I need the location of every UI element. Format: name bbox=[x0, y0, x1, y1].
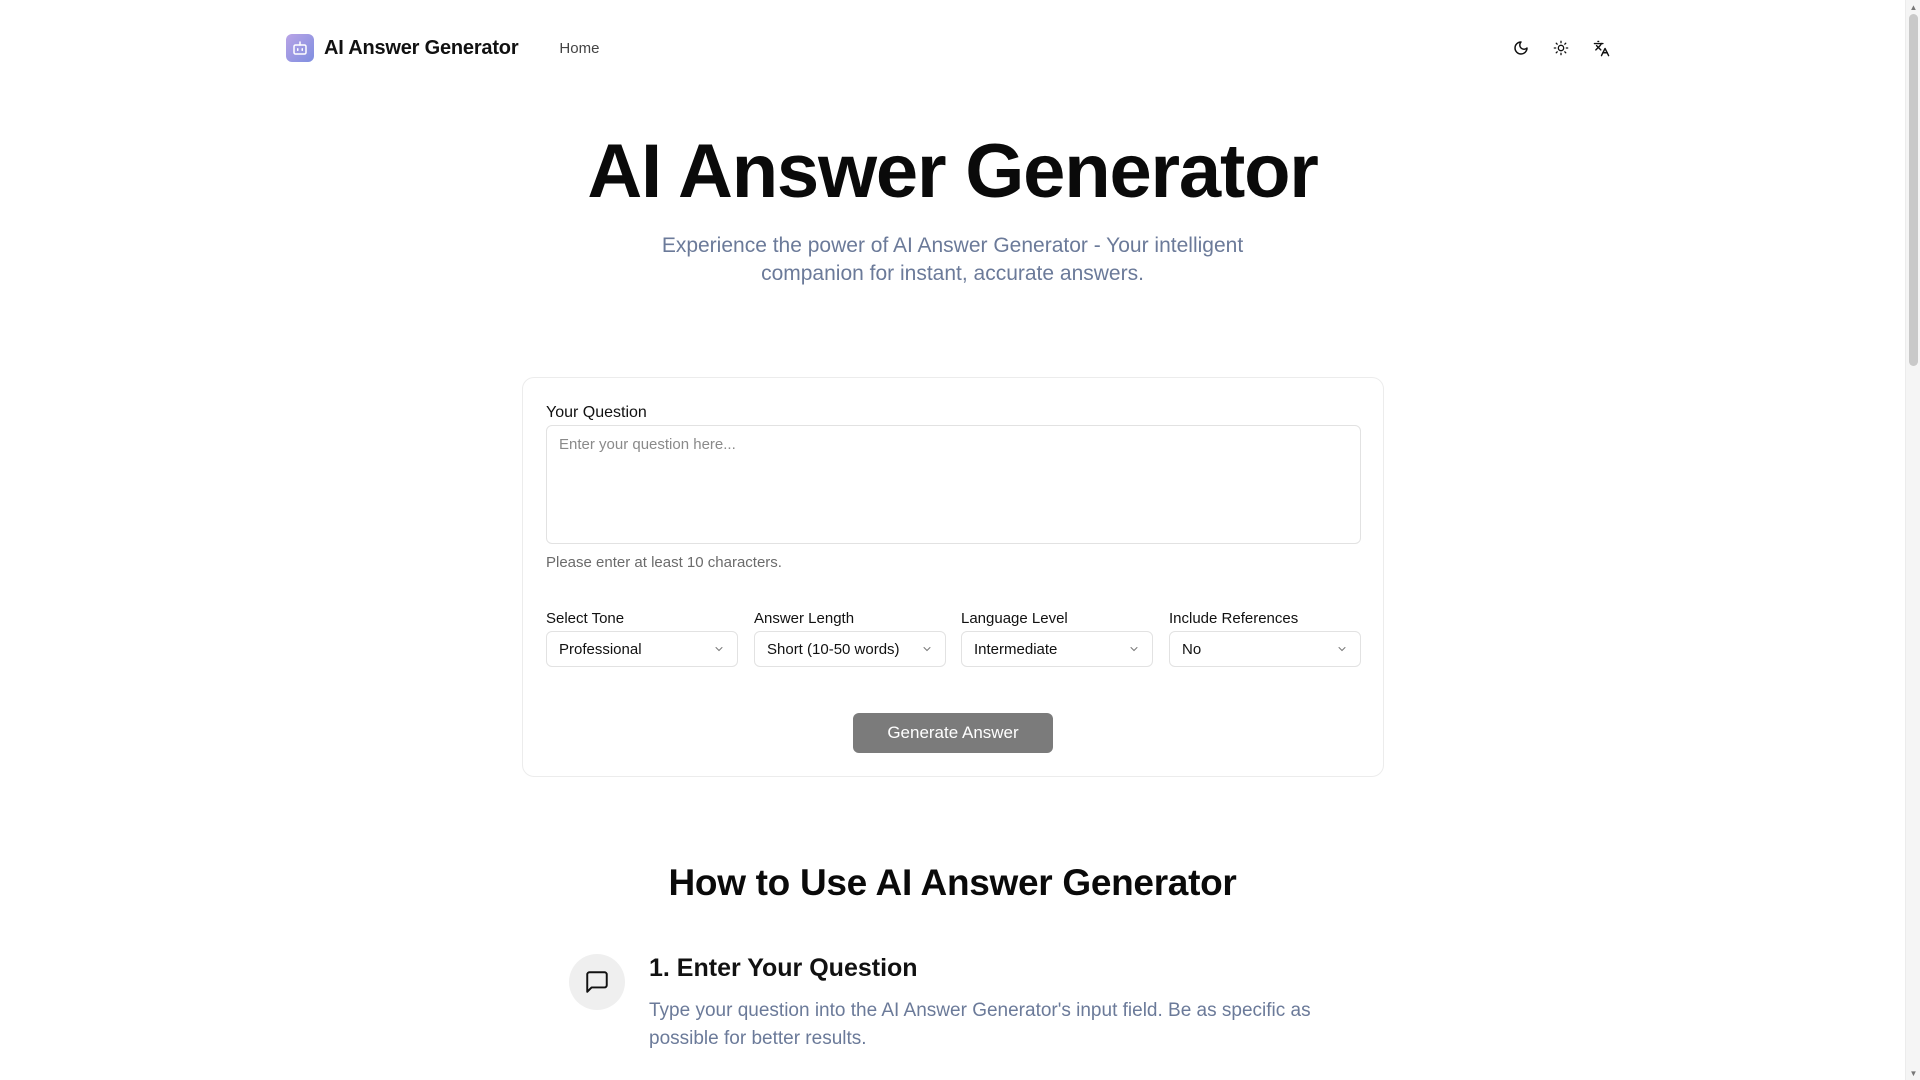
question-hint: Please enter at least 10 characters. bbox=[546, 554, 782, 571]
header-actions bbox=[1510, 37, 1612, 59]
howto-title: How to Use AI Answer Generator bbox=[668, 862, 1237, 903]
chevron-down-icon bbox=[713, 643, 725, 655]
length-label: Answer Length bbox=[754, 610, 855, 627]
length-group: Answer Length Short (10-50 words) bbox=[754, 610, 946, 667]
page-scrollbar[interactable]: ▲ ▼ bbox=[1905, 0, 1920, 1080]
moon-icon[interactable] bbox=[1510, 37, 1532, 59]
level-label: Language Level bbox=[961, 610, 1068, 627]
brand-name[interactable]: AI Answer Generator bbox=[324, 37, 519, 60]
references-group: Include References No bbox=[1169, 610, 1361, 667]
chevron-down-icon bbox=[921, 643, 933, 655]
scrollbar-thumb[interactable] bbox=[1909, 14, 1918, 366]
message-square-icon bbox=[569, 954, 625, 1010]
tone-label: Select Tone bbox=[546, 610, 625, 627]
level-group: Language Level Intermediate bbox=[961, 610, 1153, 667]
level-select[interactable]: Intermediate bbox=[961, 631, 1153, 667]
references-label: Include References bbox=[1169, 610, 1299, 627]
robot-logo-icon[interactable] bbox=[286, 34, 314, 62]
references-select[interactable]: No bbox=[1169, 631, 1361, 667]
sun-icon[interactable] bbox=[1550, 37, 1572, 59]
generate-answer-button[interactable]: Generate Answer bbox=[853, 713, 1053, 753]
hero-title: AI Answer Generator bbox=[587, 129, 1319, 214]
hero-subtitle: Experience the power of AI Answer Genera… bbox=[661, 234, 1244, 285]
question-label: Your Question bbox=[546, 404, 647, 421]
length-select[interactable]: Short (10-50 words) bbox=[754, 631, 946, 667]
chevron-down-icon bbox=[1128, 643, 1140, 655]
question-form-card: Your Question Please enter at least 10 c… bbox=[522, 377, 1384, 777]
top-header: AI Answer Generator Home bbox=[286, 28, 1612, 68]
tone-select[interactable]: Professional bbox=[546, 631, 738, 667]
scroll-up-arrow-icon[interactable]: ▲ bbox=[1906, 0, 1920, 14]
tone-value: Professional bbox=[559, 640, 642, 658]
level-value: Intermediate bbox=[974, 640, 1058, 658]
chevron-down-icon bbox=[1336, 643, 1348, 655]
references-value: No bbox=[1182, 640, 1202, 658]
question-textarea[interactable] bbox=[546, 425, 1361, 544]
tone-group: Select Tone Professional bbox=[546, 610, 738, 667]
length-value: Short (10-50 words) bbox=[767, 640, 900, 658]
translate-icon[interactable] bbox=[1590, 37, 1612, 59]
step-description: Type your question into the AI Answer Ge… bbox=[649, 1000, 1311, 1049]
nav-home-link[interactable]: Home bbox=[559, 40, 599, 57]
scroll-down-arrow-icon[interactable]: ▼ bbox=[1906, 1066, 1920, 1080]
step-title: 1. Enter Your Question bbox=[649, 954, 918, 982]
